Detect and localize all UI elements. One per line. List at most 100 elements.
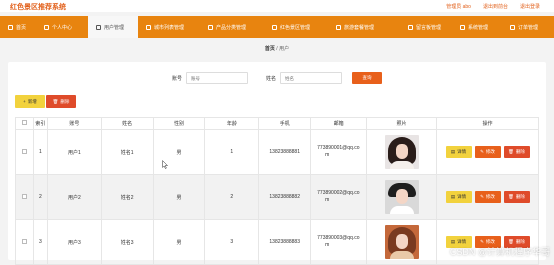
delete-button[interactable]: 🗑 删除	[503, 191, 530, 203]
col-operations: 操作	[436, 117, 539, 130]
account-label: 账号	[171, 75, 182, 82]
cell-age: 1	[204, 129, 260, 175]
table-row: 1 用户1 姓名1 男 1 13823888881 773890001@qq.c…	[15, 129, 539, 175]
email-line: m	[325, 152, 330, 158]
name-label: 姓名	[266, 75, 277, 82]
top-links: 管理员 abo 退出到前台 退出登录	[446, 3, 540, 10]
row-checkbox[interactable]	[21, 193, 27, 199]
detail-label: 详情	[457, 194, 467, 199]
admin-user[interactable]: 管理员 abo	[446, 3, 471, 10]
cell-email: 773890003@qq.co m	[310, 219, 368, 265]
cell-operations: ▤ 详情 ✎ 修改 🗑 删除	[436, 174, 539, 220]
edit-button[interactable]: ✎ 修改	[474, 191, 501, 203]
content-panel: 账号 姓名 查询 + 新增 🗑 删除 索引 账号 姓名 性别 年龄 手机 邮箱	[8, 62, 546, 265]
order-icon	[510, 24, 515, 30]
nav-item-orders[interactable]: 订单管理	[502, 16, 554, 38]
nav-label: 城市列表管理	[154, 24, 185, 31]
add-button-label: 新增	[27, 98, 37, 104]
cell-index: 3	[32, 219, 48, 265]
users-icon	[96, 24, 101, 30]
breadcrumb-current: 用户	[279, 46, 290, 52]
trash-icon: 🗑	[52, 98, 59, 104]
detail-icon: ▤	[450, 149, 456, 154]
app-title: 红色景区推荐系统	[10, 4, 66, 11]
edit-button[interactable]: ✎ 修改	[474, 146, 501, 158]
package-icon	[336, 24, 341, 30]
row-checkbox[interactable]	[21, 148, 27, 154]
cell-account: 用户2	[46, 174, 102, 220]
cell-phone: 13823888881	[258, 129, 312, 175]
detail-button[interactable]: ▤ 详情	[445, 146, 472, 158]
cell-phone: 13823888882	[258, 174, 312, 220]
account-search-input[interactable]	[186, 72, 248, 84]
cell-photo	[366, 219, 437, 265]
name-search-input[interactable]	[280, 72, 343, 84]
nav-item-red-scenic[interactable]: 红色景区管理	[264, 16, 328, 38]
cell-operations: ▤ 详情 ✎ 修改 🗑 删除	[436, 129, 539, 175]
breadcrumb: 首页 / 用户	[0, 45, 554, 52]
email-line: 773890002@qq.co	[317, 190, 360, 196]
user-photo	[384, 180, 419, 214]
batch-delete-button[interactable]: 🗑 删除	[46, 95, 76, 108]
cell-photo	[366, 174, 437, 220]
select-all-header[interactable]	[15, 117, 34, 130]
nav-item-product-category[interactable]: 产品分类管理	[200, 16, 264, 38]
cell-age: 2	[204, 174, 260, 220]
row-select-cell[interactable]	[15, 219, 34, 265]
nav-label: 订单管理	[518, 24, 539, 31]
row-checkbox[interactable]	[21, 238, 27, 244]
nav-item-profile[interactable]: 个人中心	[36, 16, 88, 38]
search-bar: 账号 姓名 查询	[8, 72, 546, 84]
cell-name: 姓名3	[100, 219, 154, 265]
col-account: 账号	[46, 117, 102, 130]
action-bar: + 新增 🗑 删除	[15, 95, 76, 108]
delete-button[interactable]: 🗑 删除	[503, 146, 530, 158]
logout-link[interactable]: 退出登录	[520, 3, 540, 10]
select-all-checkbox[interactable]	[21, 120, 27, 125]
col-gender: 性别	[152, 117, 206, 130]
nav-item-system[interactable]: 系统管理	[452, 16, 502, 38]
col-email: 邮箱	[310, 117, 368, 130]
delete-label: 删除	[515, 149, 525, 154]
cell-name: 姓名2	[100, 174, 154, 220]
edit-icon: ✎	[480, 149, 484, 154]
breadcrumb-home[interactable]: 首页	[265, 46, 275, 52]
top-bar: 红色景区推荐系统 管理员 abo 退出到前台 退出登录	[0, 0, 554, 12]
plus-icon: +	[23, 99, 26, 104]
user-photo	[384, 225, 419, 259]
nav-item-city-list[interactable]: 城市列表管理	[138, 16, 200, 38]
landscape-icon	[272, 24, 277, 30]
main-nav: 首页 个人中心 用户管理 城市列表管理 产品分类管理 红色景区管理 旅游套餐管理…	[0, 16, 554, 38]
watermark: CSDN @计算机程序华哥	[449, 247, 550, 257]
row-select-cell[interactable]	[15, 129, 34, 175]
nav-label: 红色景区管理	[280, 24, 311, 31]
nav-item-home[interactable]: 首页	[0, 16, 36, 38]
cell-email: 773890001@qq.co m	[310, 129, 368, 175]
detail-button[interactable]: ▤ 详情	[445, 191, 472, 203]
cell-photo	[366, 129, 437, 175]
row-select-cell[interactable]	[15, 174, 34, 220]
edit-icon: ✎	[480, 194, 484, 199]
cell-gender: 男	[152, 174, 206, 220]
cell-account: 用户3	[46, 219, 102, 265]
nav-item-tour-package[interactable]: 旅游套餐管理	[328, 16, 400, 38]
email-line: m	[325, 197, 330, 203]
col-name: 姓名	[100, 117, 154, 130]
nav-item-message-board[interactable]: 留言板管理	[400, 16, 452, 38]
col-phone: 手机	[258, 117, 312, 130]
cell-gender: 男	[152, 129, 206, 175]
col-index: 索引	[32, 117, 48, 130]
search-button[interactable]: 查询	[352, 72, 383, 84]
col-age: 年龄	[204, 117, 260, 130]
home-icon	[8, 24, 13, 30]
cell-email: 773890002@qq.co m	[310, 174, 368, 220]
trash-icon: 🗑	[508, 194, 514, 199]
nav-item-user-management[interactable]: 用户管理	[88, 16, 138, 38]
user-table: 索引 账号 姓名 性别 年龄 手机 邮箱 照片 操作 1 用户1 姓名1 男 1…	[15, 117, 539, 265]
cell-age: 3	[204, 219, 260, 265]
table-row: 2 用户2 姓名2 男 2 13823888882 773890002@qq.c…	[15, 174, 539, 220]
category-icon	[208, 24, 213, 30]
nav-label: 旅游套餐管理	[344, 24, 375, 31]
add-button[interactable]: + 新增	[15, 95, 45, 108]
exit-to-frontend-link[interactable]: 退出到前台	[483, 3, 508, 10]
